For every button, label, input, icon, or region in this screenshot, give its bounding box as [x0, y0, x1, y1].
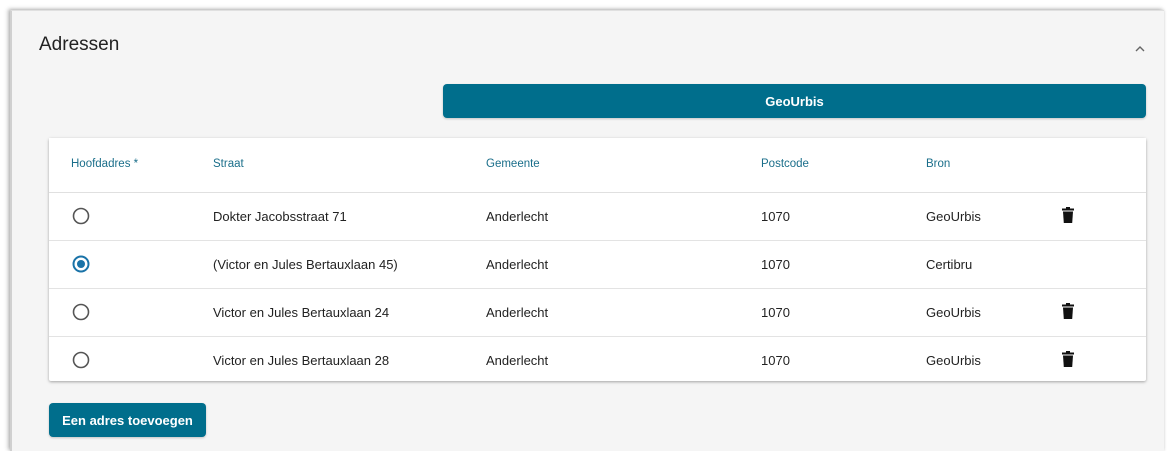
table-row: Victor en Jules Bertauxlaan 24 Anderlecht… — [49, 289, 1146, 337]
postcode-cell: 1070 — [761, 353, 790, 368]
chevron-up-icon[interactable] — [1130, 39, 1150, 59]
main-address-radio[interactable] — [72, 255, 90, 273]
municipality-cell: Anderlecht — [486, 257, 549, 272]
trash-icon[interactable] — [1062, 303, 1074, 319]
postcode-cell: 1070 — [761, 209, 790, 224]
municipality-cell: Anderlecht — [486, 209, 549, 224]
table-row: (Victor en Jules Bertauxlaan 45) Anderlec… — [49, 241, 1146, 289]
geourbis-button[interactable]: GeoUrbis — [443, 84, 1146, 118]
source-cell: GeoUrbis — [926, 209, 981, 224]
table-row: Victor en Jules Bertauxlaan 28 Anderlecht… — [49, 337, 1146, 384]
street-cell: Dokter Jacobsstraat 71 — [213, 209, 347, 224]
main-address-radio[interactable] — [72, 303, 90, 321]
header-main-address: Hoofdadres * — [71, 158, 139, 170]
street-cell: Victor en Jules Bertauxlaan 24 — [213, 305, 390, 320]
panel-title: Adressen — [39, 34, 120, 55]
header-street: Straat — [213, 158, 244, 170]
source-cell: GeoUrbis — [926, 305, 981, 320]
main-address-radio[interactable] — [72, 207, 90, 225]
header-postcode: Postcode — [761, 158, 809, 170]
main-address-radio[interactable] — [72, 351, 90, 369]
addresses-table: Hoofdadres * Straat Gemeente Postcode Br… — [49, 138, 1146, 381]
table-header: Hoofdadres * Straat Gemeente Postcode Br… — [49, 138, 1146, 193]
municipality-cell: Anderlecht — [486, 353, 549, 368]
header-source: Bron — [926, 158, 951, 170]
addresses-panel: Adressen GeoUrbis Hoofdadres * Straat Ge… — [10, 10, 1164, 451]
table-row: Dokter Jacobsstraat 71 Anderlecht 1070 GeoU… — [49, 193, 1146, 241]
street-cell: Victor en Jules Bertauxlaan 28 — [213, 353, 390, 368]
postcode-cell: 1070 — [761, 257, 790, 272]
trash-icon[interactable] — [1062, 207, 1074, 223]
source-cell: GeoUrbis — [926, 353, 981, 368]
source-cell: Certibru — [926, 257, 973, 272]
municipality-cell: Anderlecht — [486, 305, 549, 320]
header-municipality: Gemeente — [486, 158, 540, 170]
postcode-cell: 1070 — [761, 305, 790, 320]
add-address-button[interactable]: Een adres toevoegen — [49, 403, 206, 437]
street-cell: (Victor en Jules Bertauxlaan 45) — [213, 257, 398, 272]
trash-icon[interactable] — [1062, 351, 1074, 367]
